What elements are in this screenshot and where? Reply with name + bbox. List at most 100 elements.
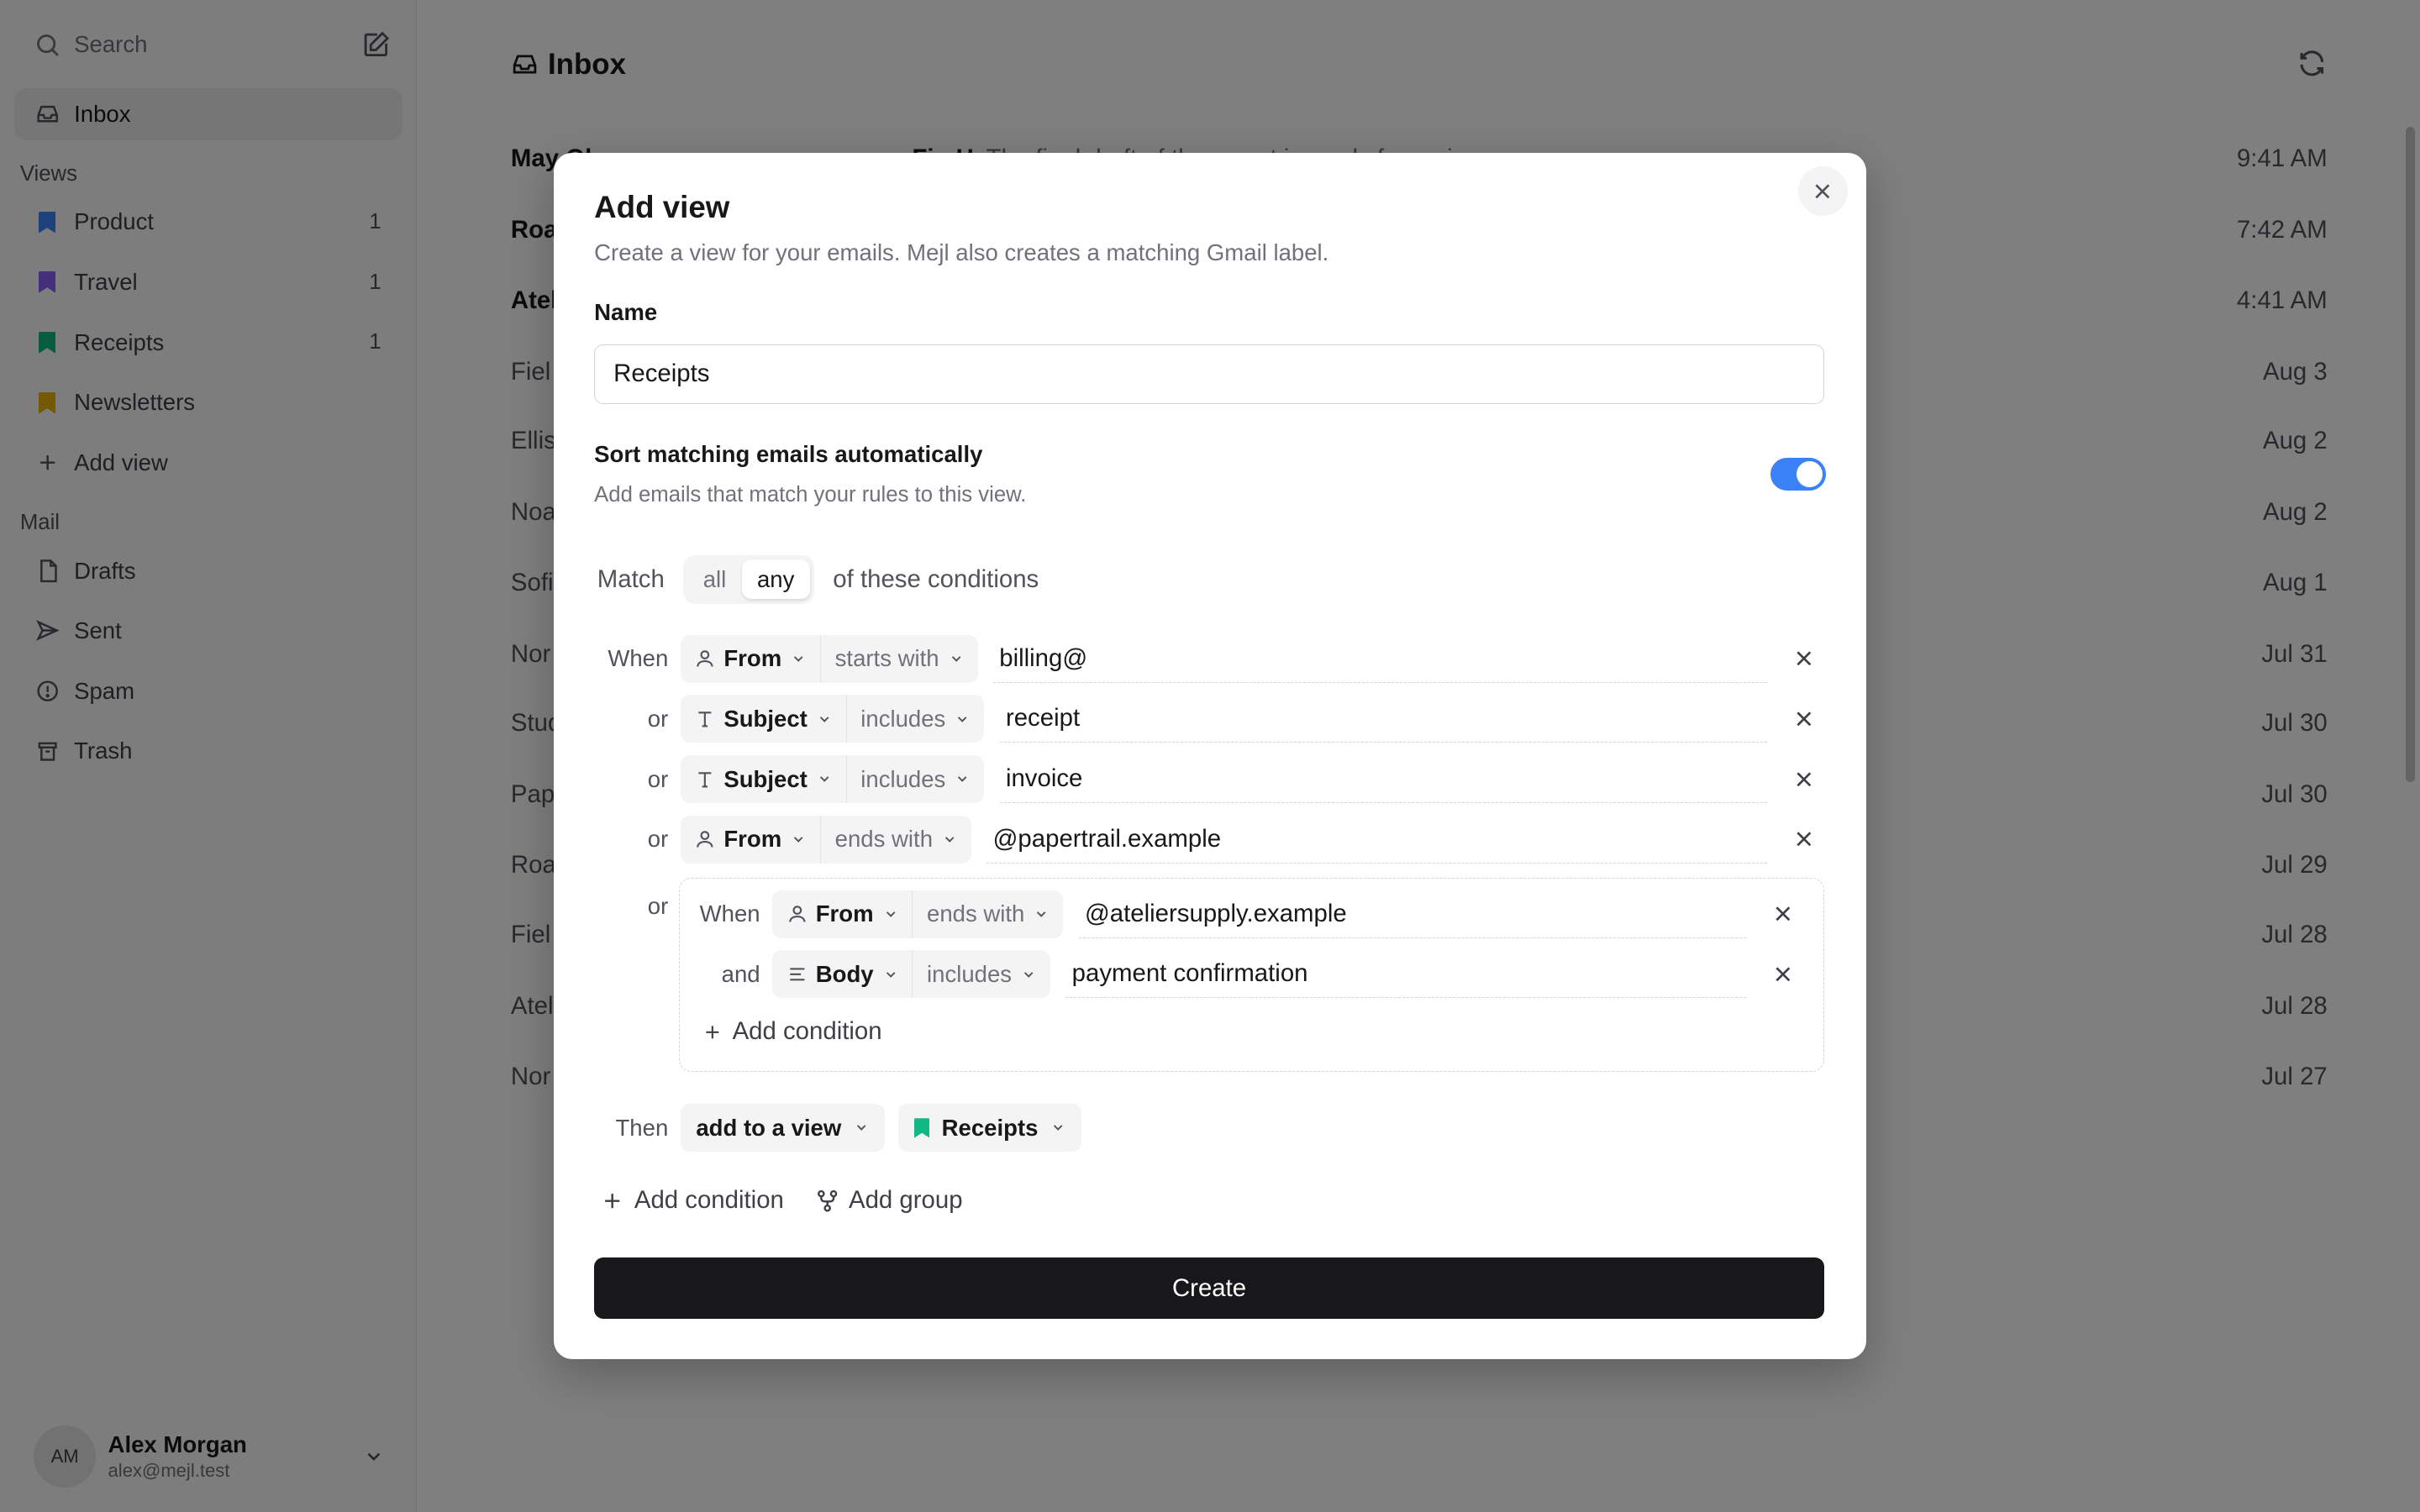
condition-selects: From starts with xyxy=(680,634,978,683)
git-fork-icon xyxy=(817,1189,837,1212)
chevron-down-icon xyxy=(886,911,896,917)
remove-condition-button[interactable] xyxy=(1762,893,1805,936)
field-select[interactable]: From xyxy=(772,890,913,938)
add-condition-button[interactable]: Add condition xyxy=(600,1186,784,1215)
chevron-down-icon xyxy=(1037,911,1046,917)
close-button[interactable] xyxy=(1797,166,1848,217)
then-action-select[interactable]: add to a view xyxy=(680,1104,885,1152)
field-select[interactable]: Subject xyxy=(681,755,847,803)
create-button[interactable]: Create xyxy=(594,1257,1824,1320)
remove-icon xyxy=(1797,711,1812,727)
close-icon xyxy=(1815,184,1830,199)
rule-actions: Add condition Add group xyxy=(600,1186,993,1215)
chevron-down-icon xyxy=(886,971,896,978)
field-label: Subject xyxy=(723,765,808,792)
bookmark-icon xyxy=(913,1117,929,1138)
match-all-option[interactable]: all xyxy=(687,559,741,599)
then-row: Then add to a view Receipts xyxy=(594,1103,1095,1152)
plus-icon xyxy=(605,1193,620,1208)
toggle-knob xyxy=(1796,461,1823,488)
remove-condition-button[interactable] xyxy=(1782,758,1825,801)
chevron-down-icon xyxy=(951,656,961,662)
operator-select[interactable]: ends with xyxy=(913,890,1063,938)
lines-icon xyxy=(790,968,805,981)
name-input[interactable] xyxy=(594,344,1824,405)
condition-selects: Subject includes xyxy=(680,695,985,743)
operator-select[interactable]: includes xyxy=(913,950,1050,998)
field-select[interactable]: From xyxy=(681,815,822,864)
add-condition-label: Add condition xyxy=(634,1186,784,1215)
then-view-label: Receipts xyxy=(941,1114,1039,1141)
condition-conjunction: or xyxy=(647,765,669,792)
condition-value-input[interactable] xyxy=(1065,950,1747,999)
group-add-condition-button[interactable]: Add condition xyxy=(702,1017,882,1046)
remove-icon xyxy=(1797,651,1812,666)
operator-label: ends with xyxy=(927,900,1025,927)
chevron-down-icon xyxy=(794,656,803,662)
remove-icon xyxy=(1776,967,1791,982)
chevron-down-icon xyxy=(1024,971,1034,978)
dialog-description: Create a view for your emails. Mejl also… xyxy=(594,239,1329,265)
chevron-down-icon xyxy=(944,837,955,843)
chevron-down-icon xyxy=(958,716,967,722)
app-window: Search Inbox Views Product 1 Travel 1 Re… xyxy=(0,0,2420,1512)
field-select[interactable]: Body xyxy=(772,950,913,999)
name-label: Name xyxy=(594,299,658,326)
person-icon xyxy=(697,650,713,668)
sort-toggle[interactable] xyxy=(1770,458,1826,491)
condition-value-input[interactable] xyxy=(1078,890,1747,938)
match-mode-toggle: all any xyxy=(682,554,815,604)
remove-condition-button[interactable] xyxy=(1782,638,1825,680)
match-any-option[interactable]: any xyxy=(741,559,810,599)
condition-selects: From ends with xyxy=(772,890,1064,938)
operator-label: includes xyxy=(927,960,1013,987)
add-group-label: Add group xyxy=(848,1186,963,1215)
match-row: Match all any of these conditions xyxy=(597,554,1039,605)
condition-row: and Body includes xyxy=(698,950,1805,1000)
field-label: From xyxy=(723,826,782,853)
operator-select[interactable]: starts with xyxy=(821,635,977,683)
condition-selects: Body includes xyxy=(772,950,1050,999)
person-icon xyxy=(697,831,713,848)
operator-select[interactable]: includes xyxy=(847,755,984,803)
condition-selects: From ends with xyxy=(680,815,971,864)
field-select[interactable]: From xyxy=(681,634,822,683)
condition-value-input[interactable] xyxy=(986,815,1768,864)
condition-group: When From ends with and Body includes Ad… xyxy=(679,878,1824,1073)
operator-label: includes xyxy=(860,705,946,732)
condition-value-input[interactable] xyxy=(992,634,1768,683)
remove-condition-button[interactable] xyxy=(1762,953,1805,995)
add-group-button[interactable]: Add group xyxy=(815,1186,963,1215)
remove-icon xyxy=(1797,772,1812,786)
field-label: From xyxy=(723,645,782,672)
sort-description: Add emails that match your rules to this… xyxy=(594,482,1027,507)
chevron-down-icon xyxy=(856,1125,866,1131)
field-label: Subject xyxy=(723,705,808,732)
chevron-down-icon xyxy=(794,837,803,843)
add-view-dialog: Add view Create a view for your emails. … xyxy=(554,152,1866,1360)
sort-title: Sort matching emails automatically xyxy=(594,441,983,468)
field-select[interactable]: Subject xyxy=(681,695,847,743)
condition-row: When From starts with xyxy=(594,634,1826,684)
remove-condition-button[interactable] xyxy=(1782,817,1825,860)
operator-select[interactable]: includes xyxy=(847,695,984,743)
condition-selects: Subject includes xyxy=(680,755,985,803)
plus-icon xyxy=(706,1025,719,1038)
condition-value-input[interactable] xyxy=(999,695,1768,743)
match-label: Match xyxy=(597,564,665,593)
condition-value-input[interactable] xyxy=(999,755,1768,803)
remove-condition-button[interactable] xyxy=(1782,697,1825,740)
operator-label: starts with xyxy=(834,645,939,672)
group-conjunction: or xyxy=(647,893,669,920)
condition-conjunction: When xyxy=(699,900,760,927)
chevron-down-icon xyxy=(958,776,967,783)
operator-label: ends with xyxy=(834,826,934,853)
operator-select[interactable]: ends with xyxy=(821,816,971,864)
remove-icon xyxy=(1797,832,1812,847)
then-label: Then xyxy=(615,1114,669,1141)
then-view-select[interactable]: Receipts xyxy=(898,1104,1081,1152)
field-label: Body xyxy=(815,960,874,987)
condition-row: or Subject includes xyxy=(594,695,1826,744)
group-add-condition-label: Add condition xyxy=(732,1017,882,1046)
condition-row: or From ends with xyxy=(594,815,1826,864)
